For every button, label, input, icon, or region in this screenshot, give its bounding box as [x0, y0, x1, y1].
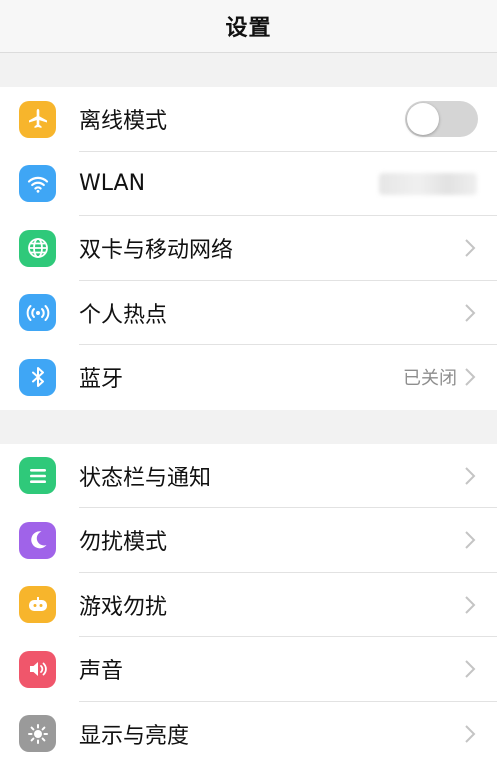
settings-item-display-brightness[interactable]: 显示与亮度 [0, 702, 497, 763]
airplane-mode-toggle[interactable] [405, 101, 478, 138]
settings-item-wlan[interactable]: WLAN [0, 152, 497, 217]
settings-item-label: 离线模式 [79, 109, 168, 135]
settings-item-bluetooth[interactable]: 蓝牙 已关闭 [0, 345, 497, 410]
header-bar: 设置 [0, 0, 497, 53]
chevron-right-icon [465, 368, 476, 386]
airplane-icon [19, 100, 56, 138]
chevron-right-icon [465, 239, 476, 257]
chevron-right-icon [465, 304, 476, 322]
speaker-icon [19, 650, 56, 688]
settings-screen: 设置 离线模式 WLAN 双卡与移动网络 个人热点 蓝牙 已关闭 状态栏与通知 … [0, 0, 497, 763]
settings-item-status-bar-notifications[interactable]: 状态栏与通知 [0, 444, 497, 509]
bluetooth-icon [19, 358, 56, 396]
chevron-right-icon [465, 531, 476, 549]
settings-item-airplane-mode[interactable]: 离线模式 [0, 87, 497, 152]
settings-item-label: WLAN [79, 171, 146, 197]
chevron-right-icon [465, 596, 476, 614]
wifi-icon [19, 165, 56, 203]
settings-group-connectivity: 离线模式 WLAN 双卡与移动网络 个人热点 蓝牙 已关闭 [0, 87, 497, 410]
hotspot-icon [19, 294, 56, 332]
settings-item-label: 勿扰模式 [79, 530, 168, 556]
settings-item-sound[interactable]: 声音 [0, 637, 497, 702]
settings-item-label: 双卡与移动网络 [79, 238, 234, 264]
chevron-right-icon [465, 660, 476, 678]
settings-item-label: 蓝牙 [79, 367, 124, 393]
globe-icon [19, 229, 56, 267]
settings-item-personal-hotspot[interactable]: 个人热点 [0, 281, 497, 346]
settings-item-do-not-disturb[interactable]: 勿扰模式 [0, 508, 497, 573]
bluetooth-status-value: 已关闭 [403, 368, 457, 390]
settings-group-system: 状态栏与通知 勿扰模式 游戏勿扰 声音 显示与亮度 [0, 443, 497, 763]
blurred-network-name [379, 172, 477, 195]
chevron-right-icon [465, 467, 476, 485]
chevron-right-icon [465, 725, 476, 743]
game-controller-icon [19, 586, 56, 624]
settings-item-label: 游戏勿扰 [79, 594, 168, 620]
settings-item-label: 状态栏与通知 [79, 465, 212, 491]
settings-item-label: 声音 [79, 659, 124, 685]
moon-icon [19, 521, 56, 559]
settings-item-dual-sim-mobile-network[interactable]: 双卡与移动网络 [0, 216, 497, 281]
settings-item-label: 个人热点 [79, 302, 168, 328]
settings-item-label: 显示与亮度 [79, 723, 190, 749]
notification-list-icon [19, 457, 56, 495]
settings-item-game-do-not-disturb[interactable]: 游戏勿扰 [0, 573, 497, 638]
brightness-icon [19, 715, 56, 753]
page-title: 设置 [225, 16, 272, 41]
toggle-knob [407, 103, 439, 136]
